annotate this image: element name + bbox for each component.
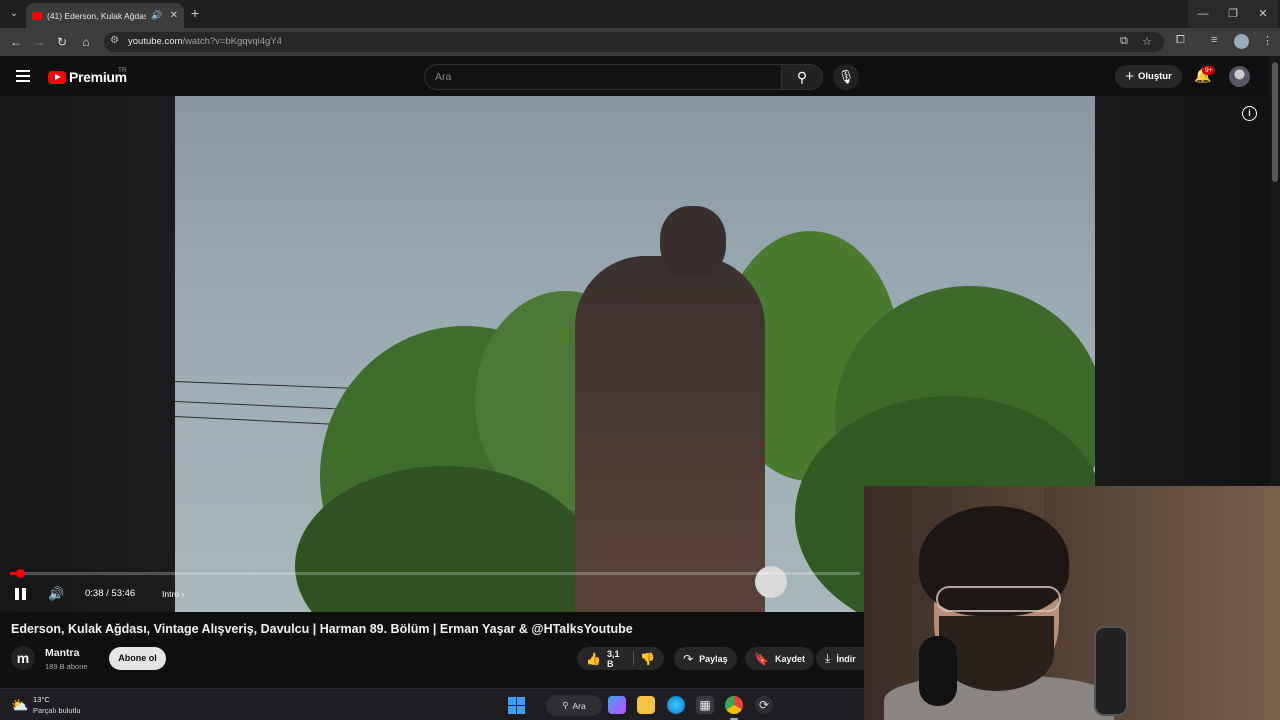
country-code: TR [118, 67, 127, 74]
windows-icon[interactable] [508, 697, 525, 714]
tab-title: (41) Ederson, Kulak Ağdası, [47, 10, 147, 21]
progress-scrubber[interactable] [16, 569, 25, 578]
forward-icon[interactable]: → [31, 34, 47, 50]
plus-icon: + [1125, 68, 1134, 85]
subscriber-count: 189 B abone [45, 662, 88, 671]
cast-icon[interactable]: ⧉ [1120, 35, 1128, 48]
channel-name[interactable]: Mantra [45, 647, 79, 659]
download-icon: ⤓ [825, 651, 831, 665]
weather-description[interactable]: Parçalı bulutlu [33, 706, 81, 715]
browser-toolbar: ← → ↻ ⌂ ⚙ youtube.com/watch?v=bKgqvqi4gY… [0, 28, 1280, 56]
page-scrollbar[interactable] [1270, 56, 1280, 486]
edge-icon[interactable] [667, 696, 685, 714]
menu-icon[interactable] [16, 70, 30, 82]
create-label: Oluştur [1137, 71, 1172, 82]
search-icon: ⚲ [562, 700, 569, 710]
chapter-button[interactable]: Intro › [162, 589, 184, 599]
download-button[interactable]: ⤓ İndir [816, 647, 864, 670]
copilot-icon[interactable] [608, 696, 626, 714]
street-lamp [755, 566, 787, 598]
browser-tab-active[interactable]: (41) Ederson, Kulak Ağdası, 🔊 ✕ [26, 3, 184, 28]
new-tab-button[interactable]: + [188, 5, 202, 21]
browser-tab-bar: ⌄ (41) Ederson, Kulak Ağdası, 🔊 ✕ + — ❐ … [0, 0, 1280, 28]
like-dislike-group: 👍 3,1 B 👎 [577, 647, 664, 670]
app-icon[interactable]: ⟳ [755, 696, 773, 714]
media-controls-icon[interactable]: ≡ [1211, 34, 1217, 46]
url-host: youtube.com [128, 36, 183, 47]
home-icon[interactable]: ⌂ [78, 34, 94, 50]
progress-bar[interactable] [10, 569, 860, 578]
taskbar-search[interactable]: ⚲ Ara [546, 695, 602, 716]
bookmark-star-icon[interactable]: ☆ [1142, 35, 1152, 48]
chapter-label: Intro [162, 589, 180, 599]
url-path: /watch?v=bKgqvqi4gY4 [182, 36, 282, 47]
file-explorer-icon[interactable] [637, 696, 655, 714]
reload-icon[interactable]: ↻ [54, 34, 70, 50]
pause-icon[interactable] [15, 588, 27, 600]
tab-audio-icon[interactable]: 🔊 [151, 10, 162, 21]
headphones [919, 636, 957, 706]
weather-temperature[interactable]: 13°C [33, 695, 50, 704]
volume-icon[interactable]: 🔊 [48, 586, 64, 602]
back-icon[interactable]: ← [8, 34, 24, 50]
window-restore-button[interactable]: ❐ [1218, 0, 1248, 28]
save-label: Kaydet [774, 653, 805, 664]
youtube-header: Premium TR Ara ⚲ 🎙 + Oluştur 🔔 9+ [0, 56, 1280, 96]
tab-close-icon[interactable]: ✕ [170, 10, 178, 21]
profile-avatar[interactable] [1234, 34, 1249, 49]
subscribe-button[interactable]: Abone ol [109, 647, 166, 670]
dislike-icon[interactable]: 👎 [640, 652, 655, 666]
window-close-button[interactable]: ✕ [1248, 0, 1278, 28]
save-button[interactable]: 🔖 Kaydet [745, 647, 814, 670]
channel-avatar[interactable]: m [11, 646, 35, 670]
download-label: İndir [836, 653, 856, 664]
youtube-logo[interactable]: Premium TR [48, 67, 127, 85]
taskbar-search-label: Ara [572, 700, 586, 711]
statue-head [660, 206, 726, 278]
browser-menu-icon[interactable]: ⋮ [1262, 34, 1273, 47]
info-icon[interactable]: i [1242, 106, 1257, 121]
voice-search-button[interactable]: 🎙 [833, 64, 859, 90]
webcam-overlay [864, 486, 1280, 720]
search-button[interactable]: ⚲ [781, 64, 823, 90]
time-display: 0:38 / 53:46 [85, 588, 136, 599]
notification-badge: 9+ [1202, 66, 1216, 75]
webcam-glasses [936, 586, 1061, 612]
mic-icon: 🎙 [837, 69, 855, 84]
video-title: Ederson, Kulak Ağdası, Vintage Alışveriş… [11, 622, 633, 636]
share-label: Paylaş [699, 653, 728, 664]
like-icon[interactable]: 👍 [586, 652, 601, 666]
store-icon[interactable]: ▦ [696, 696, 714, 714]
divider [633, 651, 635, 666]
search-icon: ⚲ [796, 69, 808, 85]
microphone [1094, 626, 1128, 716]
scrollbar-thumb[interactable] [1272, 62, 1278, 182]
share-icon: ↷ [683, 651, 694, 666]
windows-taskbar: ⛅ 13°C Parçalı bulutlu ⚲ Ara ▦ ⟳ [0, 688, 864, 720]
create-button[interactable]: + Oluştur [1115, 65, 1182, 88]
youtube-favicon-icon [32, 11, 42, 20]
share-button[interactable]: ↷ Paylaş [674, 647, 737, 670]
account-avatar[interactable] [1229, 66, 1250, 87]
window-minimize-button[interactable]: — [1188, 0, 1218, 28]
address-bar[interactable]: ⚙ youtube.com/watch?v=bKgqvqi4gY4 ⧉ ☆ [104, 32, 1164, 52]
save-icon: 🔖 [754, 651, 769, 666]
url-text: youtube.com/watch?v=bKgqvqi4gY4 [128, 36, 282, 47]
search-placeholder: Ara [435, 71, 452, 83]
like-count[interactable]: 3,1 B [607, 649, 627, 669]
statue-body [575, 256, 765, 612]
site-info-icon[interactable]: ⚙ [110, 35, 119, 46]
search-input[interactable]: Ara [424, 64, 782, 90]
extensions-icon[interactable]: ⧠ [1176, 34, 1185, 47]
chrome-icon[interactable] [725, 696, 743, 714]
weather-icon[interactable]: ⛅ [11, 697, 28, 714]
tab-search-dropdown-icon[interactable]: ⌄ [6, 6, 22, 22]
youtube-play-icon [48, 70, 66, 84]
